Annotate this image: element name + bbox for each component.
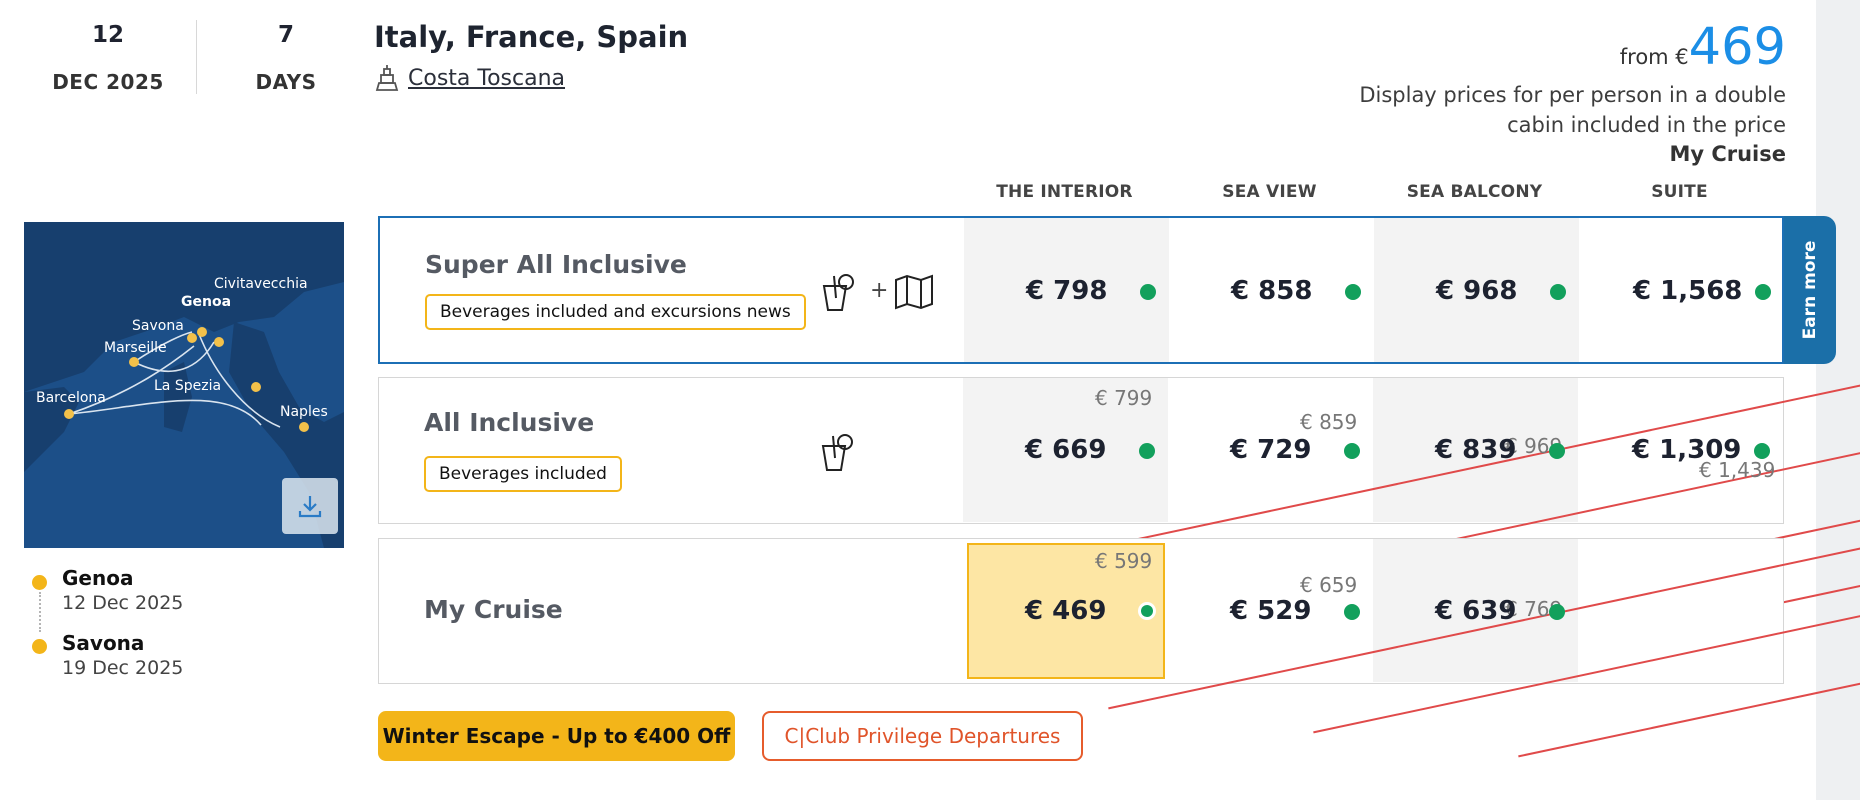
- itinerary-line: [39, 592, 41, 632]
- earn-more-tab[interactable]: Earn more: [1784, 216, 1836, 364]
- map-label-genoa: Genoa: [181, 294, 232, 310]
- earn-more-label: Earn more: [1800, 240, 1820, 340]
- itinerary-start-port: Genoa: [62, 566, 134, 590]
- map-label-marseille: Marseille: [104, 340, 167, 356]
- price-sea-view[interactable]: € 729: [1230, 435, 1311, 465]
- package-row-my-cruise[interactable]: My Cruise € 599 € 659 € 769 € 469 € 529 …: [378, 538, 1784, 684]
- drink-icon: [821, 434, 853, 471]
- price-interior[interactable]: € 669: [1025, 435, 1106, 465]
- itinerary-end-port: Savona: [62, 631, 145, 655]
- availability-dot: [1549, 443, 1565, 459]
- winter-escape-promo-button[interactable]: Winter Escape - Up to €400 Off: [378, 711, 735, 761]
- itinerary-start-date: 12 Dec 2025: [62, 592, 184, 614]
- duration-unit: DAYS: [255, 70, 317, 94]
- map-download-button[interactable]: [282, 478, 338, 534]
- departure-day: 12: [91, 22, 124, 48]
- package-tag: Beverages included and excursions news: [425, 294, 806, 330]
- map-label-la-spezia: La Spezia: [154, 378, 222, 394]
- route-map[interactable]: Civitavecchia Genoa Savona Marseille La …: [24, 222, 344, 548]
- package-name: Super All Inclusive: [425, 250, 687, 279]
- cruise-title: Italy, France, Spain: [374, 20, 689, 54]
- duration-value: 7: [277, 22, 294, 48]
- col-head-sea-balcony: SEA BALCONY: [1406, 182, 1543, 202]
- departure-month: DEC 2025: [52, 70, 164, 94]
- availability-dot: [1755, 284, 1771, 300]
- ship-icon: [375, 65, 399, 91]
- from-label: from €: [1619, 45, 1689, 69]
- map-label-barcelona: Barcelona: [36, 390, 106, 406]
- availability-dot: [1344, 604, 1360, 620]
- itinerary-end-date: 19 Dec 2025: [62, 657, 184, 679]
- availability-dot: [1550, 284, 1566, 300]
- itinerary-start-dot: [32, 575, 47, 590]
- old-price-interior: € 799: [1095, 386, 1860, 410]
- col-head-interior: THE INTERIOR: [996, 182, 1133, 202]
- package-name: All Inclusive: [424, 408, 595, 437]
- cclub-privilege-button[interactable]: C|Club Privilege Departures: [762, 711, 1083, 761]
- ship-name[interactable]: Costa Toscana: [408, 66, 565, 91]
- price-note: Display prices for per person in a doubl…: [1359, 83, 1786, 137]
- header-divider: [196, 20, 197, 94]
- package-row-all-inclusive[interactable]: All Inclusive Beverages included € 799 €…: [378, 377, 1784, 524]
- price-sea-balcony[interactable]: € 839: [1435, 435, 1516, 465]
- price-interior[interactable]: € 798: [1026, 276, 1107, 306]
- download-icon: [298, 496, 322, 518]
- price-sea-balcony[interactable]: € 968: [1436, 276, 1517, 306]
- package-tag: Beverages included: [424, 456, 622, 492]
- itinerary-end-dot: [32, 639, 47, 654]
- availability-dot: [1344, 443, 1360, 459]
- map-label-naples: Naples: [280, 404, 328, 420]
- availability-dot: [1549, 604, 1565, 620]
- availability-dot: [1345, 284, 1361, 300]
- availability-dot: [1138, 602, 1156, 620]
- from-price: from € 469: [1620, 18, 1786, 77]
- old-price-sea-view: € 659: [1300, 573, 1860, 597]
- map-label-savona: Savona: [132, 318, 184, 334]
- ship-link[interactable]: Costa Toscana: [374, 64, 565, 92]
- availability-dot: [1754, 443, 1770, 459]
- price-interior[interactable]: € 469: [1025, 596, 1106, 626]
- price-sea-balcony[interactable]: € 639: [1435, 596, 1516, 626]
- drink-icon: [822, 274, 854, 311]
- price-sea-view[interactable]: € 858: [1231, 276, 1312, 306]
- col-head-sea-view: SEA VIEW: [1222, 182, 1317, 202]
- old-price-interior: € 599: [1095, 549, 1860, 573]
- package-row-super-all-inclusive[interactable]: Super All Inclusive Beverages included a…: [378, 216, 1784, 364]
- price-suite[interactable]: € 1,568: [1633, 276, 1742, 306]
- plus-icon: +: [870, 278, 889, 303]
- from-price-value: 469: [1688, 18, 1786, 77]
- price-suite[interactable]: € 1,309: [1632, 435, 1741, 465]
- price-sea-view[interactable]: € 529: [1230, 596, 1311, 626]
- package-name: My Cruise: [424, 595, 563, 624]
- map-icon: [895, 274, 933, 310]
- price-note-package: My Cruise: [1669, 142, 1786, 166]
- map-label-civitavecchia: Civitavecchia: [214, 276, 308, 292]
- availability-dot: [1140, 284, 1156, 300]
- cruise-card: 12 DEC 2025 7 DAYS Italy, France, Spain …: [0, 0, 1836, 800]
- col-head-suite: SUITE: [1651, 182, 1708, 202]
- availability-dot: [1139, 443, 1155, 459]
- old-price-sea-view: € 859: [1300, 410, 1860, 434]
